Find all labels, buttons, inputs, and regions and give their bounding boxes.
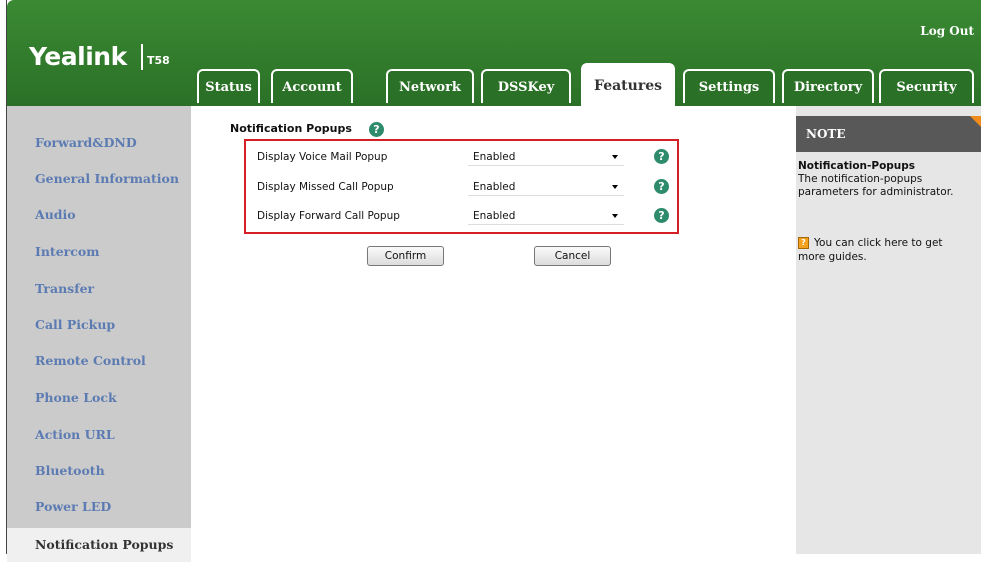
voice-mail-help-icon[interactable]: ?	[654, 149, 669, 164]
chevron-down-icon	[612, 185, 618, 189]
tab-security[interactable]: Security	[879, 69, 974, 103]
sidebar-item-phone-lock[interactable]: Phone Lock	[35, 390, 117, 405]
voice-mail-popup-label: Display Voice Mail Popup	[257, 151, 388, 163]
tab-dsskey[interactable]: DSSKey	[481, 69, 571, 103]
sidebar-item-transfer[interactable]: Transfer	[35, 281, 94, 296]
tab-status[interactable]: Status	[197, 69, 260, 103]
note-title: Notification-Popups	[798, 160, 916, 172]
model-label: T58	[147, 54, 170, 67]
cancel-button[interactable]: Cancel	[534, 246, 611, 266]
browser-frame: Yealink T58 Log Out Status Account Netwo…	[6, 0, 981, 562]
section-help-icon[interactable]: ?	[369, 122, 384, 137]
sidebar-item-intercom[interactable]: Intercom	[35, 244, 99, 259]
guide-book-icon[interactable]: ?	[798, 237, 809, 249]
sidebar-item-general-information[interactable]: General Information	[35, 171, 179, 186]
voice-mail-popup-select[interactable]: Enabled	[468, 148, 624, 166]
sidebar-item-remote-control[interactable]: Remote Control	[35, 353, 146, 368]
header-bar: Yealink T58 Log Out Status Account Netwo…	[7, 0, 981, 106]
tab-account[interactable]: Account	[271, 69, 353, 103]
confirm-button[interactable]: Confirm	[367, 246, 444, 266]
missed-call-help-icon[interactable]: ?	[654, 179, 669, 194]
voice-mail-popup-value: Enabled	[473, 151, 516, 163]
forward-call-popup-value: Enabled	[473, 210, 516, 222]
sidebar-item-power-led[interactable]: Power LED	[35, 499, 111, 514]
sidebar: Forward&DND General Information Audio In…	[7, 106, 191, 562]
tab-features[interactable]: Features	[581, 63, 675, 106]
logo-separator	[141, 44, 143, 70]
note-text-line2: parameters for administrator.	[798, 186, 954, 198]
yealink-logo: Yealink	[29, 42, 127, 71]
forward-call-popup-select[interactable]: Enabled	[468, 207, 624, 225]
missed-call-popup-select[interactable]: Enabled	[468, 178, 624, 196]
chevron-down-icon	[612, 155, 618, 159]
tab-settings[interactable]: Settings	[683, 69, 775, 103]
missed-call-popup-value: Enabled	[473, 181, 516, 193]
note-text-line1: The notification-popups	[798, 173, 923, 185]
missed-call-popup-label: Display Missed Call Popup	[257, 181, 394, 193]
sidebar-item-forward-dnd[interactable]: Forward&DND	[35, 135, 137, 150]
tab-directory[interactable]: Directory	[782, 69, 874, 103]
sidebar-item-bluetooth[interactable]: Bluetooth	[35, 463, 105, 478]
tab-network[interactable]: Network	[386, 69, 474, 103]
chevron-down-icon	[612, 214, 618, 218]
logout-link[interactable]: Log Out	[920, 24, 974, 38]
guide-link-line2[interactable]: more guides.	[798, 251, 867, 263]
note-heading: NOTE	[796, 116, 981, 152]
sidebar-item-action-url[interactable]: Action URL	[35, 427, 115, 442]
note-heading-label: NOTE	[806, 127, 846, 141]
section-title: Notification Popups	[230, 122, 352, 135]
forward-call-help-icon[interactable]: ?	[654, 208, 669, 223]
sidebar-item-notification-popups[interactable]: Notification Popups	[7, 528, 191, 562]
note-corner-icon	[970, 116, 981, 134]
sidebar-item-call-pickup[interactable]: Call Pickup	[35, 317, 115, 332]
forward-call-popup-label: Display Forward Call Popup	[257, 210, 400, 222]
guide-link-line1[interactable]: You can click here to get	[814, 237, 943, 249]
sidebar-item-audio[interactable]: Audio	[35, 207, 76, 222]
